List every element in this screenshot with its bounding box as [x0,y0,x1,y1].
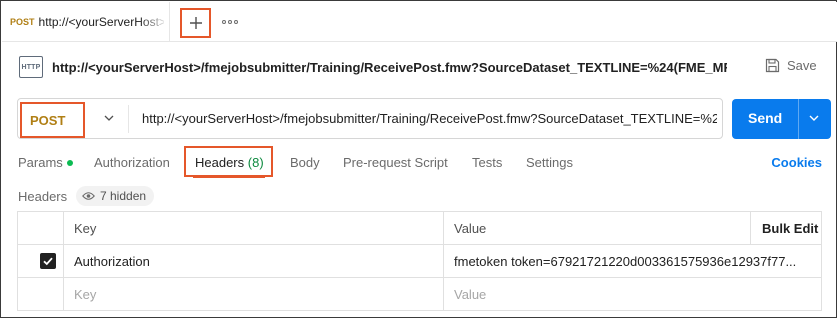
tab-fade [139,2,169,40]
method-value: POST [30,112,66,128]
tab-params-label: Params [18,155,63,170]
request-title-row: HTTP http://<yourServerHost>/fmejobsubmi… [2,43,837,93]
tab-headers[interactable]: Headers (8) [195,155,264,170]
column-divider [750,212,751,245]
headers-section-title: Headers [18,189,68,204]
new-key-input[interactable]: Key [74,287,96,302]
url-input[interactable]: http://<yourServerHost>/fmejobsubmitter/… [142,111,717,126]
save-label: Save [787,58,817,73]
row-enabled-checkbox[interactable] [40,253,56,269]
table-row-new: Key Value [18,278,821,310]
active-tab-underline [193,176,265,178]
column-header-value: Value [454,221,487,236]
bulk-edit-button[interactable]: Bulk Edit [762,221,818,236]
send-button[interactable]: Send [732,99,831,139]
url-bar: POST http://<yourServerHost>/fmejobsubmi… [17,98,723,139]
params-status-dot [66,160,73,166]
header-key-cell[interactable]: Authorization [74,254,150,269]
chevron-down-icon[interactable] [103,112,115,124]
send-divider [798,99,799,139]
url-divider [128,105,129,133]
request-tab[interactable]: POST http://<yourServerHost>/fmejobsubmi… [2,2,170,42]
headers-count: (8) [247,155,264,170]
tab-body[interactable]: Body [290,155,320,170]
postman-window: POST http://<yourServerHost>/fmejobsubmi… [0,0,837,318]
plus-icon [189,17,202,29]
tab-params[interactable]: Params [18,155,73,170]
eye-icon [82,192,95,200]
cookies-link[interactable]: Cookies [771,155,822,170]
new-value-input[interactable]: Value [454,287,799,302]
checkmark-icon [43,257,53,266]
method-select[interactable]: POST [20,102,85,138]
request-name[interactable]: http://<yourServerHost>/fmejobsubmitter/… [52,60,727,75]
hidden-headers-toggle[interactable]: 7 hidden [76,186,155,206]
tab-bar: POST http://<yourServerHost>/fmejobsubmi… [2,2,837,42]
send-label: Send [748,110,783,126]
more-tabs-icon[interactable] [222,15,238,29]
http-icon: HTTP [19,56,43,78]
table-header-row: Key Value Bulk Edit [18,212,821,245]
tab-method: POST [10,17,35,27]
tab-tests[interactable]: Tests [472,155,502,170]
header-value-cell[interactable]: fmetoken token=67921721220d003361575936e… [454,254,799,269]
tab-prerequest-script[interactable]: Pre-request Script [343,155,448,170]
save-icon [765,58,780,73]
table-row: Authorization fmetoken token=67921721220… [18,245,821,278]
tab-headers-label: Headers [195,155,245,170]
tab-authorization[interactable]: Authorization [94,155,170,170]
headers-table: Key Value Bulk Edit Authorization fmetok… [17,211,822,311]
chevron-down-icon[interactable] [808,112,820,124]
hidden-count-label: 7 hidden [100,189,147,203]
save-button[interactable]: Save [765,58,817,73]
column-header-key: Key [74,221,97,236]
new-tab-button[interactable] [180,8,211,38]
request-tabs: Params Authorization Headers (8) Body Pr… [17,146,822,178]
tab-settings[interactable]: Settings [526,155,573,170]
